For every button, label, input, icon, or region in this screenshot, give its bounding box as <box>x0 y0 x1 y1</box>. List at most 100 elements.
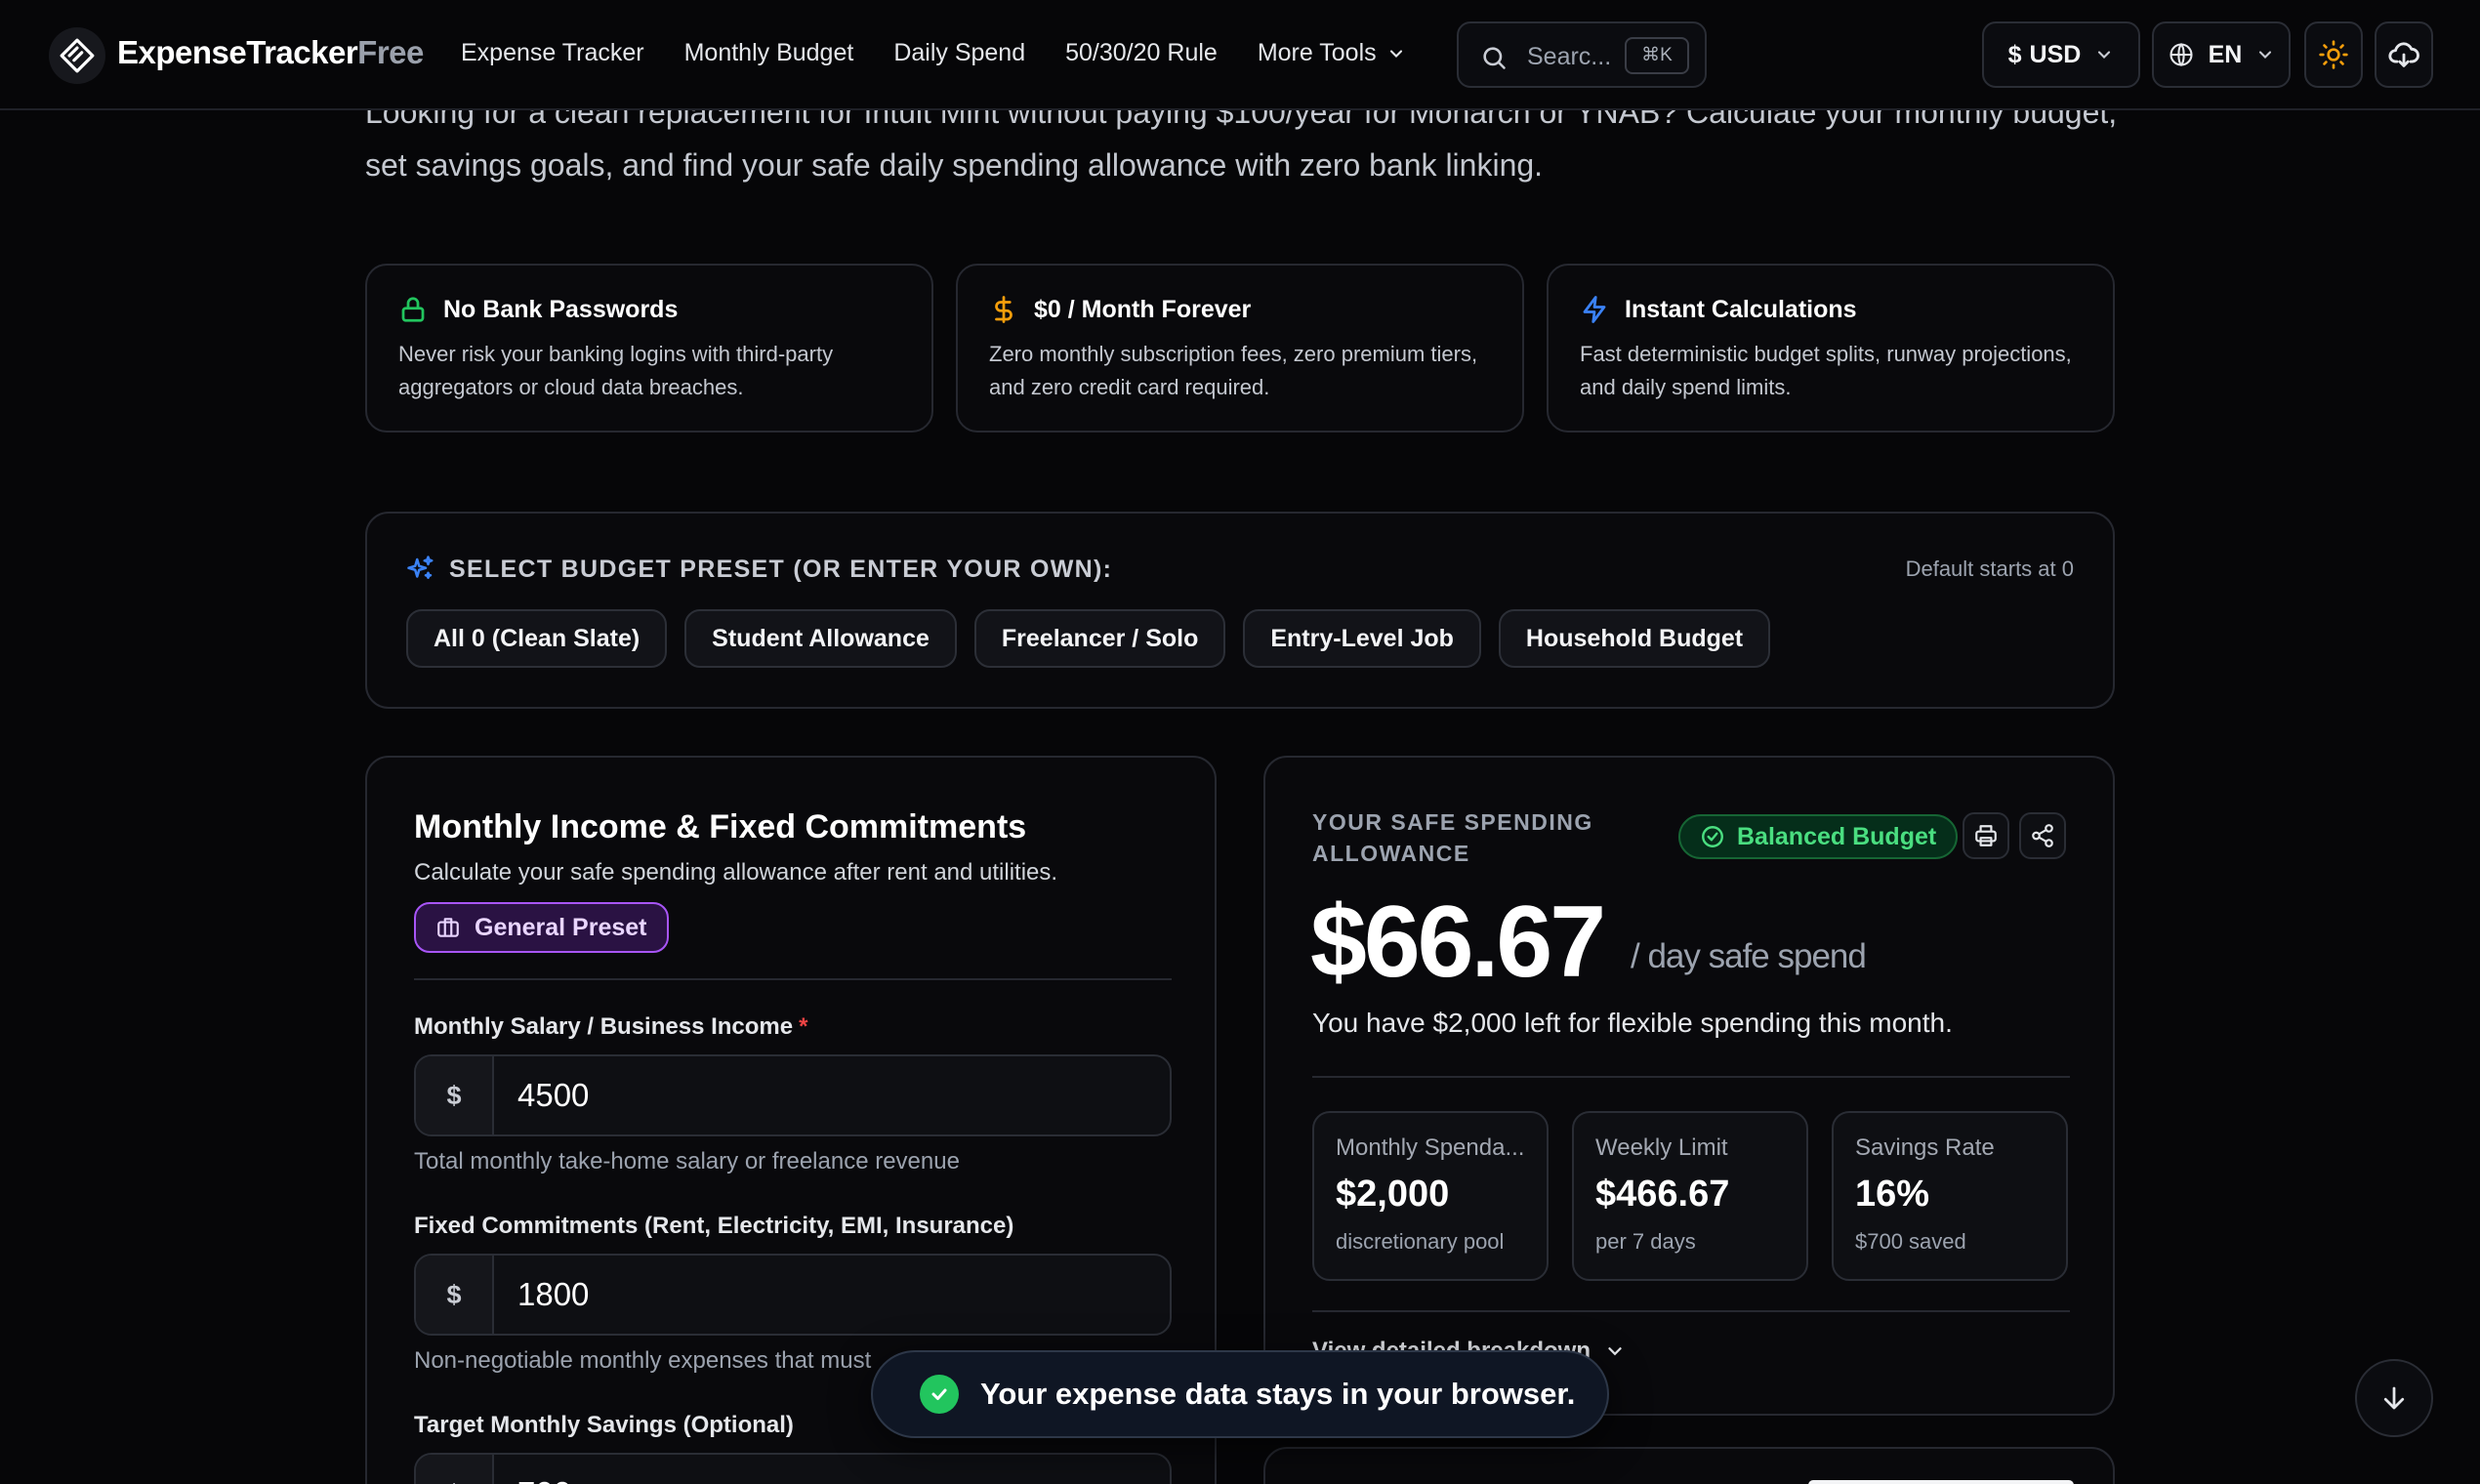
chevron-down-icon <box>1389 49 1402 58</box>
chevron-down-icon <box>2098 51 2111 59</box>
result-divider <box>1312 1076 2070 1078</box>
preset-chip-entry-level-job[interactable]: Entry-Level Job <box>1243 609 1481 668</box>
search-box[interactable]: Searc... ⌘K <box>1457 21 1707 88</box>
budget-status-text: Balanced Budget <box>1737 822 1937 850</box>
budget-status-badge: Balanced Budget <box>1678 814 1959 859</box>
language-code: EN <box>2208 40 2243 68</box>
stat-savings-rate: Savings Rate 16% $700 saved <box>1832 1111 2068 1281</box>
nav-daily-spend[interactable]: Daily Spend <box>893 39 1025 67</box>
salary-field: $ <box>414 1054 1172 1136</box>
scroll-down-button[interactable] <box>2355 1359 2433 1437</box>
lock-icon <box>401 297 425 322</box>
preset-badge-label: General Preset <box>475 913 647 941</box>
salary-help: Total monthly take-home salary or freela… <box>414 1148 960 1175</box>
daily-safe-spend-unit: / day safe spend <box>1631 937 1867 975</box>
fixed-commitments-field: $ <box>414 1254 1172 1336</box>
search-icon <box>1483 47 1506 69</box>
globe-icon <box>2170 43 2193 66</box>
printer-icon <box>1975 825 1997 846</box>
theme-toggle[interactable] <box>2304 21 2363 88</box>
currency-prefix: $ <box>416 1056 494 1134</box>
safe-spending-result-card: YOUR SAFE SPENDING ALLOWANCE Balanced Bu… <box>1263 756 2115 1416</box>
brand-accent: Free <box>357 34 424 70</box>
preset-title: SELECT BUDGET PRESET (OR ENTER YOUR OWN)… <box>449 555 1113 583</box>
logo-icon[interactable] <box>49 27 105 84</box>
nav-50-30-20-rule[interactable]: 50/30/20 Rule <box>1065 39 1218 67</box>
search-placeholder: Searc... <box>1527 43 1612 70</box>
main-nav: Expense Tracker Monthly Budget Daily Spe… <box>461 39 1406 67</box>
preset-heading: SELECT BUDGET PRESET (OR ENTER YOUR OWN)… <box>406 555 1112 584</box>
result-label: YOUR SAFE SPENDING ALLOWANCE <box>1312 809 1593 866</box>
salary-label: Monthly Salary / Business Income * <box>414 1013 807 1041</box>
stat-label: Weekly Limit <box>1595 1134 1728 1161</box>
feature-title: Instant Calculations <box>1625 295 1857 323</box>
stat-monthly-spendable: Monthly Spenda... $2,000 discretionary p… <box>1312 1111 1549 1281</box>
stat-label: Monthly Spenda... <box>1336 1134 1525 1161</box>
card-top-bar <box>1808 1480 2074 1484</box>
print-button[interactable] <box>1963 812 2009 859</box>
check-icon <box>920 1375 959 1414</box>
fixed-commitments-input[interactable] <box>517 1256 1142 1334</box>
language-selector[interactable]: EN <box>2152 21 2291 88</box>
required-marker: * <box>799 1013 808 1040</box>
currency-symbol: $ <box>2007 40 2022 68</box>
search-shortcut: ⌘K <box>1625 37 1689 74</box>
top-navigation-bar: ExpenseTrackerFree Expense Tracker Month… <box>0 0 2480 110</box>
savings-target-label: Target Monthly Savings (Optional) <box>414 1412 794 1438</box>
preset-chip-list: All 0 (Clean Slate) Student Allowance Fr… <box>406 609 1771 668</box>
stat-subtext: discretionary pool <box>1336 1229 1505 1254</box>
stat-value: $466.67 <box>1595 1174 1730 1215</box>
preset-chip-household-budget[interactable]: Household Budget <box>1498 609 1771 668</box>
chevron-down-icon <box>2259 51 2272 59</box>
feature-description: Never risk your banking logins with thir… <box>398 342 834 399</box>
fixed-commitments-label: Fixed Commitments (Rent, Electricity, EM… <box>414 1213 1014 1239</box>
currency-prefix: $ <box>416 1256 494 1334</box>
feature-title: No Bank Passwords <box>443 295 679 323</box>
dollar-icon <box>995 296 1013 323</box>
bolt-icon <box>1583 296 1606 323</box>
share-button[interactable] <box>2019 812 2066 859</box>
preset-chip-clean-slate[interactable]: All 0 (Clean Slate) <box>406 609 668 668</box>
cloud-download-icon <box>2388 42 2419 67</box>
flexible-spending-summary: You have $2,000 left for flexible spendi… <box>1312 1008 1953 1038</box>
brand-name[interactable]: ExpenseTrackerFree <box>117 34 424 71</box>
sun-icon <box>2319 40 2348 69</box>
feature-description: Zero monthly subscription fees, zero pre… <box>989 342 1478 399</box>
share-icon <box>2032 824 2053 847</box>
stat-subtext: $700 saved <box>1855 1229 1966 1254</box>
feature-card-no-bank-passwords: No Bank Passwords Never risk your bankin… <box>365 264 933 433</box>
form-subtitle: Calculate your safe spending allowance a… <box>414 859 1058 886</box>
budget-preset-card: SELECT BUDGET PRESET (OR ENTER YOUR OWN)… <box>365 512 2115 709</box>
feature-title: $0 / Month Forever <box>1034 295 1252 323</box>
cloud-sync-button[interactable] <box>2375 21 2433 88</box>
briefcase-icon <box>437 918 459 937</box>
stat-value: 16% <box>1855 1174 1930 1215</box>
nav-monthly-budget[interactable]: Monthly Budget <box>684 39 854 67</box>
brand-main: ExpenseTracker <box>117 34 358 70</box>
arrow-down-icon <box>2383 1386 2405 1410</box>
stat-label: Savings Rate <box>1855 1134 1995 1161</box>
salary-label-text: Monthly Salary / Business Income <box>414 1013 794 1040</box>
preset-badge: General Preset <box>414 902 669 953</box>
salary-input[interactable] <box>517 1056 1142 1134</box>
nav-more-tools-label: More Tools <box>1257 39 1377 66</box>
preset-chip-student-allowance[interactable]: Student Allowance <box>684 609 957 668</box>
sparkles-icon <box>407 556 434 579</box>
savings-target-input[interactable] <box>517 1455 1142 1484</box>
currency-code: USD <box>2029 40 2082 68</box>
stat-subtext: per 7 days <box>1595 1229 1696 1254</box>
nav-more-tools[interactable]: More Tools <box>1258 39 1406 67</box>
daily-safe-spend-value: $66.67 <box>1310 886 1606 999</box>
preset-default-note: Default starts at 0 <box>1905 556 2074 581</box>
feature-card-instant-calculations: Instant Calculations Fast deterministic … <box>1547 264 2115 433</box>
result-divider <box>1312 1310 2070 1312</box>
feature-card-zero-cost: $0 / Month Forever Zero monthly subscrip… <box>956 264 1524 433</box>
stat-weekly-limit: Weekly Limit $466.67 per 7 days <box>1572 1111 1808 1281</box>
fixed-commitments-help: Non-negotiable monthly expenses that mus… <box>414 1347 872 1374</box>
toast-message: Your expense data stays in your browser. <box>980 1377 1576 1411</box>
currency-selector[interactable]: $ USD <box>1982 21 2140 88</box>
nav-expense-tracker[interactable]: Expense Tracker <box>461 39 644 67</box>
secondary-result-card <box>1263 1447 2115 1484</box>
privacy-toast: Your expense data stays in your browser. <box>871 1350 1609 1438</box>
preset-chip-freelancer-solo[interactable]: Freelancer / Solo <box>973 609 1226 668</box>
